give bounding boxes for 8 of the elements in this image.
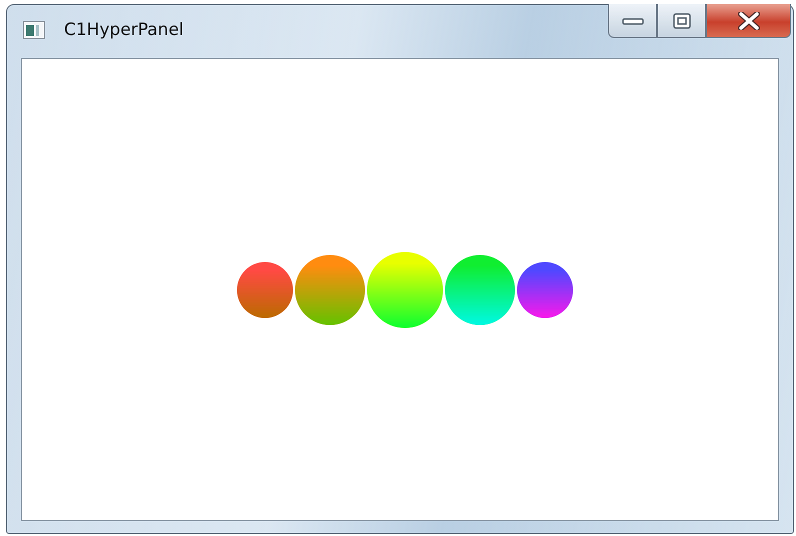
window-icon [23, 20, 45, 38]
window-title: C1HyperPanel [64, 20, 184, 40]
minimize-icon [622, 16, 644, 26]
close-icon [736, 12, 760, 30]
minimize-button[interactable] [608, 4, 657, 38]
maximize-icon [672, 12, 690, 28]
maximize-button[interactable] [657, 4, 706, 38]
close-button[interactable] [706, 4, 791, 38]
